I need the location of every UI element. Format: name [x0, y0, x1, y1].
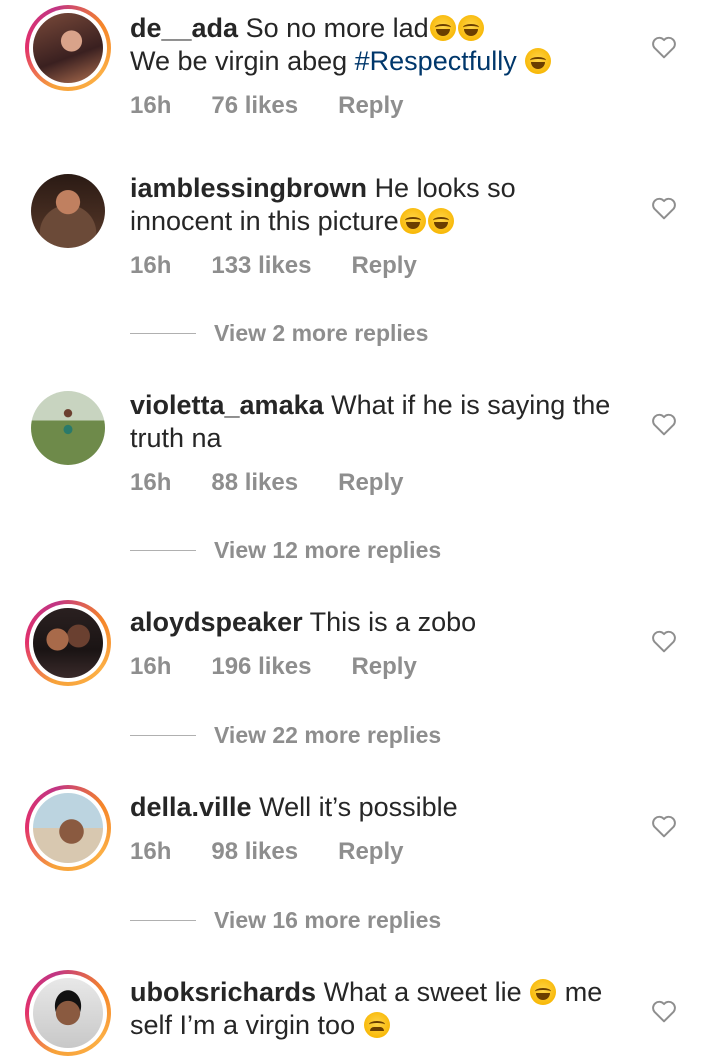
comment-text: aloydspeaker This is a zobo	[130, 606, 630, 639]
profile-photo	[33, 793, 103, 863]
comment-body: He looks so	[374, 173, 516, 203]
avatar[interactable]	[25, 785, 111, 871]
comment-body: This is a zobo	[309, 607, 477, 637]
comment-meta: 16h 98 likes Reply	[130, 838, 443, 866]
comment-username[interactable]: della.ville	[130, 792, 252, 822]
heart-icon[interactable]	[651, 196, 677, 220]
view-more-replies-button[interactable]: View 16 more replies	[130, 907, 441, 934]
reply-button[interactable]: Reply	[338, 838, 403, 866]
comment-body: So no more lad	[245, 13, 429, 43]
heart-icon[interactable]	[651, 999, 677, 1023]
comment-time: 16h	[130, 653, 172, 680]
comment-body-line2: innocent in this picture	[130, 206, 399, 236]
comment-username[interactable]: de__ada	[130, 13, 238, 43]
heart-icon[interactable]	[651, 35, 677, 59]
laughing-emoji-icon	[399, 208, 426, 234]
reply-button[interactable]: Reply	[351, 653, 416, 681]
view-replies-label[interactable]: View 2 more replies	[214, 320, 428, 347]
profile-photo	[33, 13, 103, 83]
comment-body-line2: self I’m a virgin too	[130, 1010, 356, 1040]
avatar[interactable]	[25, 168, 111, 254]
comment-username[interactable]: uboksrichards	[130, 977, 316, 1007]
comment-time: 16h	[130, 838, 172, 865]
comment-username[interactable]: aloydspeaker	[130, 607, 303, 637]
laughing-emoji-icon	[525, 48, 552, 74]
reply-button[interactable]: Reply	[351, 252, 416, 280]
reply-button[interactable]: Reply	[338, 469, 403, 497]
comment-text: violetta_amaka What if he is saying the …	[130, 389, 630, 455]
laughing-emoji-icon	[457, 15, 484, 41]
divider-line	[130, 920, 196, 921]
divider-line	[130, 550, 196, 551]
view-replies-label[interactable]: View 22 more replies	[214, 722, 441, 749]
comment-meta: 16h 196 likes Reply	[130, 653, 457, 681]
likes-count[interactable]: 88 likes	[211, 469, 298, 497]
comment-body: What a sweet lie	[323, 977, 522, 1007]
profile-photo	[31, 391, 105, 465]
comment-body-after-emoji: me	[564, 977, 603, 1007]
likes-count[interactable]: 133 likes	[211, 252, 311, 280]
view-more-replies-button[interactable]: View 2 more replies	[130, 320, 428, 347]
view-replies-label[interactable]: View 12 more replies	[214, 537, 441, 564]
comment-body-line2: We be virgin abeg	[130, 46, 355, 76]
laughing-emoji-icon	[427, 208, 454, 234]
avatar[interactable]	[25, 970, 111, 1056]
laughing-emoji-icon	[429, 15, 456, 41]
profile-photo	[33, 608, 103, 678]
heart-icon[interactable]	[651, 412, 677, 436]
view-more-replies-button[interactable]: View 22 more replies	[130, 722, 441, 749]
profile-photo	[33, 978, 103, 1048]
comment-meta: 16h 76 likes Reply	[130, 92, 443, 120]
comment-time: 16h	[130, 469, 172, 496]
comment-text: della.ville Well it’s possible	[130, 791, 630, 824]
reply-button[interactable]: Reply	[338, 92, 403, 120]
avatar[interactable]	[25, 5, 111, 91]
view-replies-label[interactable]: View 16 more replies	[214, 907, 441, 934]
laughing-emoji-icon	[530, 979, 557, 1005]
heart-icon[interactable]	[651, 814, 677, 838]
comment-meta: 16h 88 likes Reply	[130, 469, 443, 497]
hashtag-link[interactable]: #Respectfully	[355, 46, 517, 76]
profile-photo	[31, 174, 105, 248]
comment-username[interactable]: iamblessingbrown	[130, 173, 367, 203]
comment-text: iamblessingbrown He looks so innocent in…	[130, 172, 630, 238]
avatar[interactable]	[25, 385, 111, 471]
divider-line	[130, 333, 196, 334]
heart-icon[interactable]	[651, 629, 677, 653]
view-more-replies-button[interactable]: View 12 more replies	[130, 537, 441, 564]
likes-count[interactable]: 196 likes	[211, 653, 311, 681]
comment-text: uboksrichards What a sweet lie me self I…	[130, 976, 630, 1042]
avatar[interactable]	[25, 600, 111, 686]
comment-body: What if he is saying the	[331, 390, 611, 420]
comment-time: 16h	[130, 252, 172, 279]
likes-count[interactable]: 98 likes	[211, 838, 298, 866]
comment-body: Well it’s possible	[259, 792, 458, 822]
comment-time: 16h	[130, 92, 172, 119]
likes-count[interactable]: 76 likes	[211, 92, 298, 120]
divider-line	[130, 735, 196, 736]
crying-emoji-icon	[363, 1012, 390, 1038]
comment-text: de__ada So no more lad We be virgin abeg…	[130, 12, 630, 78]
comment-meta: 16h 133 likes Reply	[130, 252, 457, 280]
comment-body-line2: truth na	[130, 423, 222, 453]
comment-username[interactable]: violetta_amaka	[130, 390, 324, 420]
